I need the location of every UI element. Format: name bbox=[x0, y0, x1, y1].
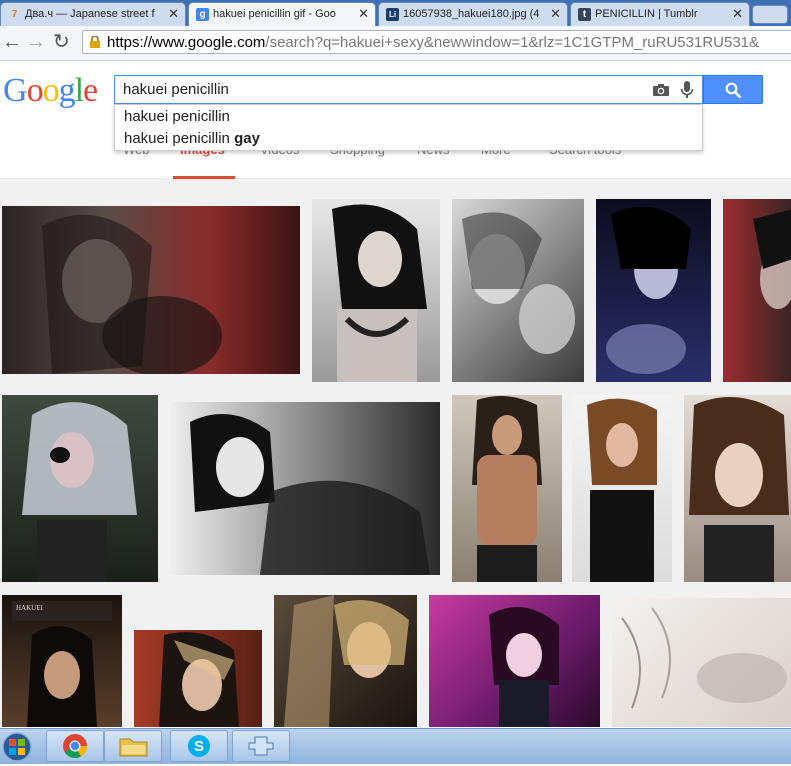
back-arrow-icon[interactable]: ← bbox=[2, 30, 22, 54]
close-tab-icon[interactable]: ✕ bbox=[550, 6, 561, 22]
tab-bar: 7 Два.ч — Japanese street f ✕ g hakuei p… bbox=[0, 0, 791, 26]
autocomplete-dropdown: hakuei penicillin hakuei penicillin gay bbox=[114, 104, 703, 151]
taskbar-app-button[interactable] bbox=[232, 730, 290, 762]
browser-tab-3[interactable]: Li 16057938_hakuei180.jpg (4 ✕ bbox=[378, 2, 568, 26]
image-favicon-icon: Li bbox=[386, 8, 399, 21]
close-tab-icon[interactable]: ✕ bbox=[358, 6, 369, 22]
taskbar-explorer-button[interactable] bbox=[104, 730, 162, 762]
logo-letter: e bbox=[83, 72, 98, 109]
image-result[interactable]: HAKUEI bbox=[2, 595, 122, 727]
new-tab-button[interactable] bbox=[752, 5, 788, 24]
browser-tab-1[interactable]: 7 Два.ч — Japanese street f ✕ bbox=[0, 2, 186, 26]
camera-icon[interactable] bbox=[652, 83, 670, 97]
image-result[interactable] bbox=[429, 595, 600, 727]
tab-title: Два.ч — Japanese street f bbox=[25, 8, 155, 20]
image-result[interactable] bbox=[170, 402, 440, 575]
svg-text:S: S bbox=[194, 738, 204, 755]
taskbar-chrome-button[interactable] bbox=[46, 730, 104, 762]
tab-title: hakuei penicillin gif - Goo bbox=[213, 8, 336, 20]
search-input[interactable]: hakuei penicillin bbox=[114, 75, 703, 104]
image-results-grid: HAKUEI bbox=[0, 179, 791, 727]
search-query: hakuei penicillin bbox=[123, 81, 229, 98]
google-favicon-icon: g bbox=[196, 8, 209, 21]
taskbar-skype-button[interactable]: S bbox=[170, 730, 228, 762]
tumblr-favicon-icon: t bbox=[578, 8, 591, 21]
reload-icon[interactable]: ↻ bbox=[53, 30, 70, 54]
image-result[interactable] bbox=[452, 395, 562, 582]
tab-title: 16057938_hakuei180.jpg (4 bbox=[403, 8, 540, 20]
skype-icon: S bbox=[188, 735, 210, 757]
image-result[interactable] bbox=[452, 199, 584, 382]
svg-text:HAKUEI: HAKUEI bbox=[16, 604, 43, 612]
folder-icon bbox=[119, 738, 148, 757]
gamepad-icon bbox=[248, 736, 274, 756]
image-result[interactable] bbox=[612, 598, 791, 727]
windows-start-icon[interactable] bbox=[0, 731, 36, 762]
tab-title: PENICILLIN | Tumblr bbox=[595, 8, 698, 20]
suggestion-item[interactable]: hakuei penicillin gay bbox=[124, 130, 260, 147]
image-result[interactable] bbox=[312, 199, 440, 382]
url-text: https://www.google.com/search?q=hakuei+s… bbox=[107, 34, 760, 51]
lock-icon bbox=[90, 36, 100, 48]
logo-letter: o bbox=[42, 72, 60, 109]
chrome-icon bbox=[63, 734, 87, 759]
browser-tab-4[interactable]: t PENICILLIN | Tumblr ✕ bbox=[570, 2, 750, 26]
close-tab-icon[interactable]: ✕ bbox=[168, 6, 179, 22]
browser-tab-2[interactable]: g hakuei penicillin gif - Goo ✕ bbox=[188, 2, 376, 26]
logo-letter: g bbox=[58, 72, 76, 109]
logo-letter: l bbox=[74, 72, 85, 109]
forward-arrow-icon[interactable]: → bbox=[26, 30, 46, 54]
browser-toolbar: ← → ↻ https://www.google.com/search?q=ha… bbox=[0, 26, 791, 61]
search-icon bbox=[725, 82, 742, 99]
microphone-icon[interactable] bbox=[680, 81, 694, 99]
image-result[interactable] bbox=[2, 206, 300, 374]
image-result[interactable] bbox=[684, 395, 791, 582]
image-result[interactable] bbox=[2, 395, 158, 582]
image-result[interactable] bbox=[572, 395, 672, 582]
address-bar[interactable]: https://www.google.com/search?q=hakuei+s… bbox=[82, 30, 791, 54]
tab-favicon-icon: 7 bbox=[11, 9, 18, 20]
google-logo[interactable]: Google bbox=[3, 72, 98, 110]
image-result[interactable] bbox=[596, 199, 711, 382]
suggestion-item[interactable]: hakuei penicillin bbox=[124, 108, 230, 125]
search-button[interactable] bbox=[703, 75, 763, 104]
close-tab-icon[interactable]: ✕ bbox=[732, 6, 743, 22]
image-result[interactable] bbox=[134, 630, 262, 727]
image-result[interactable] bbox=[723, 199, 791, 382]
image-result[interactable] bbox=[274, 595, 417, 727]
logo-letter: G bbox=[3, 72, 28, 109]
logo-letter: o bbox=[26, 72, 44, 109]
windows-taskbar: S bbox=[0, 728, 791, 764]
